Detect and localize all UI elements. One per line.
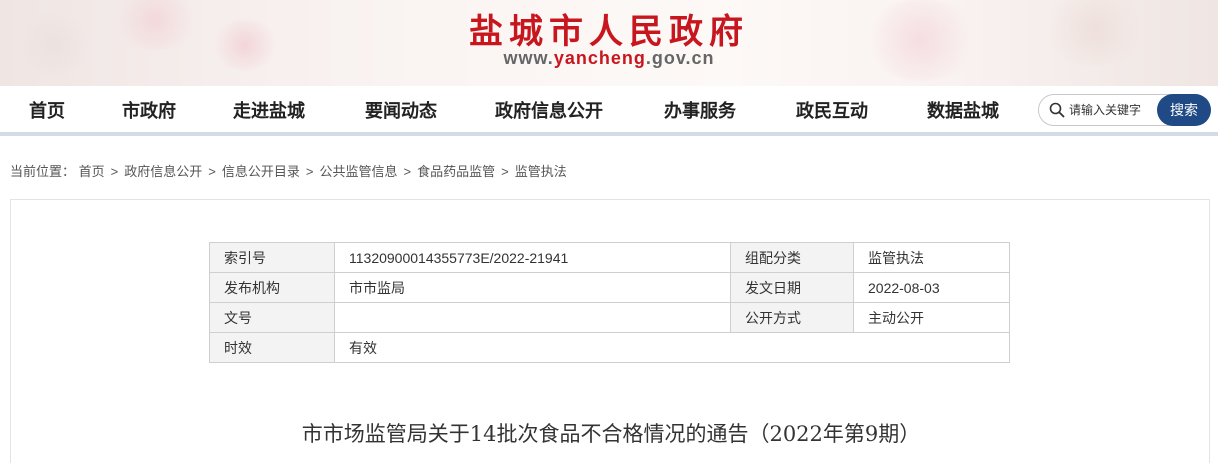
- validity-value: 有效: [334, 332, 1010, 363]
- nav-item-interaction[interactable]: 政民互动: [796, 98, 868, 124]
- search-box: 搜索: [1038, 94, 1211, 126]
- breadcrumb-label: 当前位置：: [10, 164, 76, 179]
- validity-label: 时效: [209, 332, 335, 363]
- search-input[interactable]: [1069, 96, 1157, 124]
- main-nav: 首页 市政府 走进盐城 要闻动态 政府信息公开 办事服务 政民互动 数据盐城 搜…: [0, 86, 1218, 136]
- breadcrumb-item-public-supervision[interactable]: 公共监管信息: [319, 164, 397, 179]
- document-number-label: 文号: [209, 302, 335, 333]
- breadcrumb-item-catalog[interactable]: 信息公开目录: [222, 164, 300, 179]
- document-number-value: [334, 302, 731, 333]
- nav-item-government[interactable]: 市政府: [122, 98, 176, 124]
- nav-item-home[interactable]: 首页: [29, 98, 65, 124]
- index-number-label: 索引号: [209, 242, 335, 273]
- issue-date-label: 发文日期: [730, 272, 854, 303]
- search-button[interactable]: 搜索: [1157, 94, 1211, 126]
- breadcrumb-item-home[interactable]: 首页: [79, 164, 105, 179]
- publisher-label: 发布机构: [209, 272, 335, 303]
- breadcrumb-separator: >: [305, 164, 314, 179]
- index-number-value: 11320900014355773E/2022-21941: [334, 242, 731, 273]
- category-value: 监管执法: [853, 242, 1010, 273]
- disclosure-method-label: 公开方式: [730, 302, 854, 333]
- disclosure-method-value: 主动公开: [853, 302, 1010, 333]
- nav-item-news[interactable]: 要闻动态: [365, 98, 437, 124]
- issue-date-value: 2022-08-03: [853, 272, 1010, 303]
- table-row: 索引号 11320900014355773E/2022-21941 组配分类 监…: [209, 242, 1010, 273]
- breadcrumb-item-info-public[interactable]: 政府信息公开: [124, 164, 202, 179]
- site-domain: www.yancheng.gov.cn: [0, 48, 1218, 69]
- domain-prefix: www.: [503, 48, 554, 68]
- domain-accent: yancheng: [553, 48, 646, 68]
- search-icon: [1049, 102, 1065, 118]
- publisher-value: 市市监局: [334, 272, 731, 303]
- breadcrumb-separator: >: [403, 164, 412, 179]
- breadcrumb-separator: >: [501, 164, 509, 179]
- table-row: 发布机构 市市监局 发文日期 2022-08-03: [209, 272, 1010, 303]
- domain-suffix: .gov.cn: [645, 48, 715, 68]
- breadcrumb-separator: >: [208, 164, 216, 179]
- info-table: 索引号 11320900014355773E/2022-21941 组配分类 监…: [209, 242, 1010, 363]
- breadcrumb: 当前位置： 首页 > 政府信息公开 > 信息公开目录 > 公共监管信息 > 食品药品监管 > 监管执…: [10, 163, 567, 181]
- nav-item-info-public[interactable]: 政府信息公开: [495, 98, 603, 124]
- nav-item-data[interactable]: 数据盐城: [927, 98, 999, 124]
- site-title[interactable]: 盐城市人民政府: [0, 4, 1218, 53]
- header-banner: 盐城市人民政府 www.yancheng.gov.cn: [0, 0, 1218, 86]
- category-label: 组配分类: [730, 242, 854, 273]
- breadcrumb-separator: >: [110, 164, 119, 179]
- table-row: 时效 有效: [209, 332, 1010, 363]
- table-row: 文号 公开方式 主动公开: [209, 302, 1010, 333]
- breadcrumb-item-enforcement[interactable]: 监管执法: [515, 164, 567, 179]
- breadcrumb-item-food-drug[interactable]: 食品药品监管: [417, 164, 495, 179]
- document-title: 市市场监管局关于14批次食品不合格情况的通告（2022年第9期）: [301, 422, 921, 446]
- content-panel: 索引号 11320900014355773E/2022-21941 组配分类 监…: [10, 199, 1210, 463]
- nav-item-services[interactable]: 办事服务: [664, 98, 736, 124]
- nav-item-about-city[interactable]: 走进盐城: [233, 98, 305, 124]
